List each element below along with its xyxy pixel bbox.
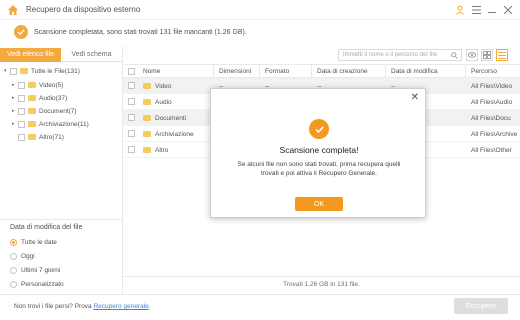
ok-button[interactable]: OK [295,197,343,211]
checkmark-icon [309,119,329,139]
close-icon[interactable]: ✕ [411,92,419,103]
dialog-title: Scansione completa! [279,145,359,155]
scan-complete-dialog: ✕ Scansione completa! Se alcuni file non… [210,88,426,218]
dialog-message: Se alcuni file non sono stati trovati, p… [237,161,401,177]
